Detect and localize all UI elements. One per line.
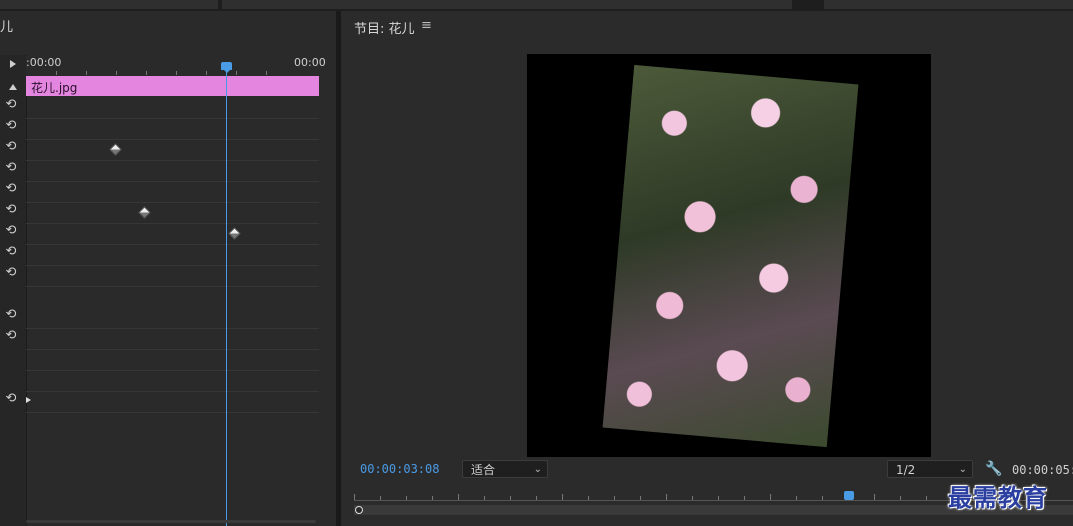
reset-icon[interactable]: ⟲ [3,140,19,154]
reset-icon[interactable]: ⟲ [3,308,19,322]
horizontal-scrollbar[interactable] [26,520,316,523]
scrub-tick [692,496,693,500]
row-divider [26,412,319,413]
current-timecode[interactable]: 00:00:03:08 [360,462,439,476]
reset-icon[interactable]: ⟲ [3,119,19,133]
scrub-tick [562,494,563,500]
top-tab-segment[interactable] [0,0,218,9]
keyframe-half-icon[interactable] [26,397,31,403]
ruler-tick [86,71,87,75]
scrub-tick [536,496,537,500]
duration-timecode: 00:00:05: [1012,463,1073,477]
playhead-handle[interactable] [221,62,232,73]
reset-icon[interactable]: ⟲ [3,392,19,406]
scrub-tick [614,496,615,500]
row-divider [26,160,319,161]
row-divider [26,391,319,392]
reset-icon[interactable]: ⟲ [3,266,19,280]
scrub-tick [822,496,823,500]
row-divider [26,370,319,371]
row-divider [26,223,319,224]
ruler-tick [56,71,57,75]
top-tab-segment[interactable] [824,0,1073,9]
resolution-value: 1/2 [896,463,916,477]
scrub-tick [510,496,511,500]
scrub-tick [640,496,641,500]
program-monitor-title[interactable]: 节目: 花儿 [354,18,415,37]
expand-triangle-icon[interactable] [10,60,16,68]
scrub-tick [874,494,875,500]
zoom-handle[interactable] [355,506,363,514]
scrub-tick [926,496,927,500]
reset-icon[interactable]: ⟲ [3,329,19,343]
scrub-tick [458,494,459,500]
hamburger-menu-icon[interactable]: ≡ [421,18,432,33]
ruler-end-time: 00:00 [294,56,326,69]
reset-icon[interactable]: ⟲ [3,182,19,196]
row-divider [26,181,319,182]
row-divider [26,118,319,119]
reset-icon[interactable]: ⟲ [3,98,19,112]
ruler-tick [236,71,237,75]
ruler-tick [146,71,147,75]
top-tab-segment[interactable] [222,0,792,9]
scrub-tick [484,496,485,500]
scrub-tick [354,494,355,500]
zoom-fit-dropdown[interactable]: 适合 ⌄ [462,460,548,478]
reset-icon[interactable]: ⟲ [3,161,19,175]
scrub-tick [770,494,771,500]
playhead-line [226,70,227,526]
row-divider [26,349,319,350]
row-divider [26,139,319,140]
row-divider [26,328,319,329]
scrub-tick [380,496,381,500]
time-ruler[interactable] [26,56,319,76]
clip-name-label: 花儿.jpg [31,81,78,95]
row-divider [26,202,319,203]
monitor-playhead[interactable] [844,491,854,500]
resolution-dropdown[interactable]: 1/2 ⌄ [887,460,973,478]
scrub-tick [796,496,797,500]
reset-icon[interactable]: ⟲ [3,245,19,259]
flower-image [602,64,859,448]
scrub-tick [900,496,901,500]
ruler-tick [116,71,117,75]
scrub-tick [744,496,745,500]
scrub-tick [432,496,433,500]
collapse-triangle-icon[interactable] [9,84,17,90]
reset-icon[interactable]: ⟲ [3,203,19,217]
row-divider [26,244,319,245]
scrub-tick [588,496,589,500]
scrub-tick [666,494,667,500]
chevron-down-icon: ⌄ [958,464,967,475]
zoom-fit-value: 适合 [471,463,496,477]
ruler-tick [266,71,267,75]
scrub-tick [718,496,719,500]
ruler-tick [176,71,177,75]
row-divider [26,265,319,266]
video-viewer[interactable] [527,54,931,457]
watermark-logo: 最需教育 [948,483,1048,512]
scrub-tick [406,496,407,500]
row-divider [26,286,319,287]
effect-controls-title: 儿 [0,20,14,35]
chevron-down-icon: ⌄ [533,464,542,475]
reset-icon[interactable]: ⟲ [3,224,19,238]
ruler-start-time: :00:00 [26,56,62,69]
wrench-icon[interactable]: 🔧 [985,461,1002,477]
ruler-tick [206,71,207,75]
